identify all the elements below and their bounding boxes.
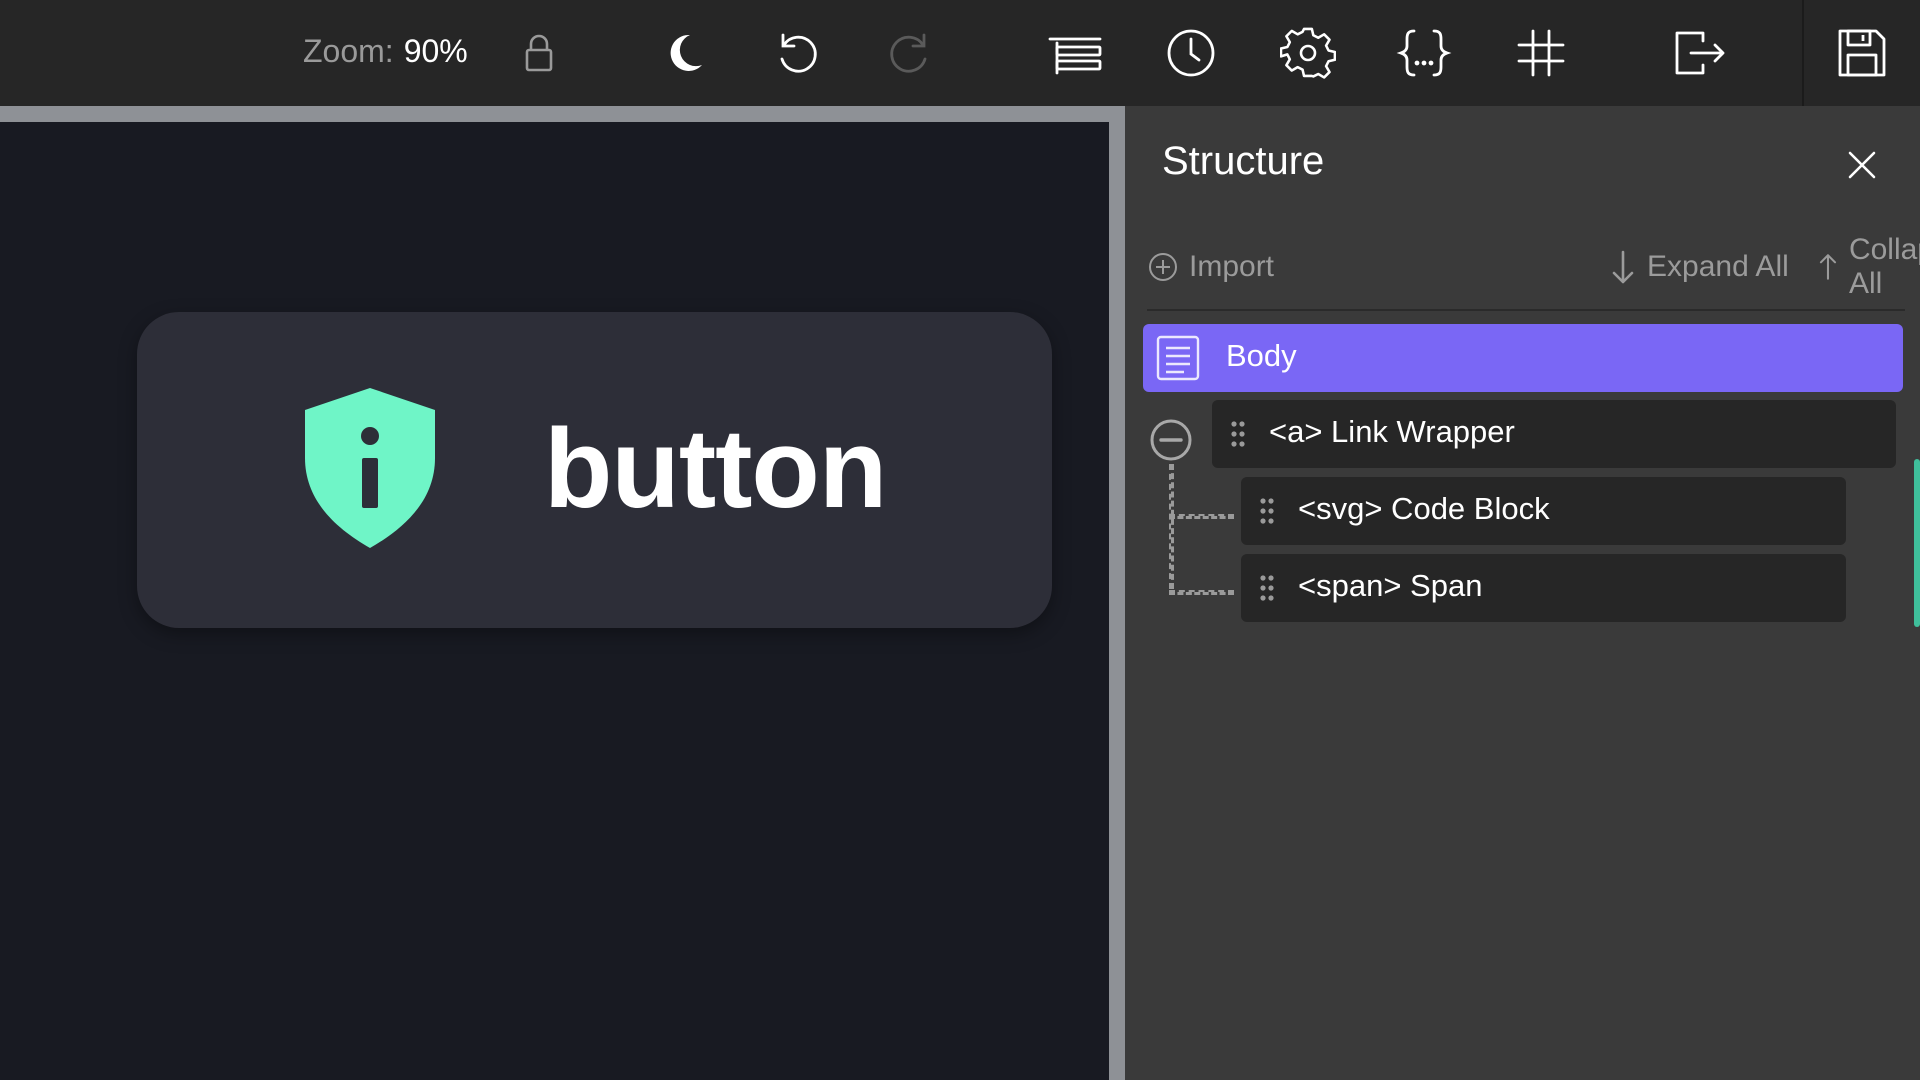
redo-icon[interactable] [884,25,940,81]
collapse-all-button[interactable]: Collapse All [1817,233,1920,300]
zoom-control[interactable]: Zoom: 90% [303,30,468,72]
tree-item-code-block[interactable]: <svg> Code Block [1241,477,1846,545]
tree-item-label: <svg> Code Block [1298,491,1550,526]
tree-connector [1169,464,1174,589]
tree-item-label: Body [1226,338,1297,373]
import-button[interactable]: Import [1147,242,1274,292]
expand-all-label: Expand All [1647,250,1789,283]
zoom-value: 90% [403,32,468,69]
toolbar-divider [1802,0,1804,106]
panel-scrollbar[interactable] [1914,459,1920,627]
preview-button-label: button [544,406,887,531]
document-icon [1156,335,1200,381]
tree-item-body[interactable]: Body [1143,324,1903,392]
navigator-icon[interactable] [1047,25,1103,81]
import-label: Import [1189,250,1275,283]
export-icon[interactable] [1671,25,1727,81]
tree-item-span[interactable]: <span> Span [1241,554,1846,622]
arrow-down-icon [1612,250,1634,284]
undo-icon[interactable] [767,25,823,81]
panel-actions: Import Expand All Collapse All [1147,233,1920,300]
tree-item-label: <a> Link Wrapper [1269,414,1515,449]
tree-connector [1169,590,1234,595]
moon-icon[interactable] [656,25,712,81]
tree-item-link-wrapper[interactable]: <a> Link Wrapper [1212,400,1896,468]
tree-connector [1169,514,1234,519]
settings-icon[interactable] [1280,25,1336,81]
collapse-toggle-icon[interactable] [1148,417,1194,463]
canvas-frame: button [0,106,1125,1080]
history-icon[interactable] [1163,25,1219,81]
structure-panel: Structure Import Expand All Collapse All [1125,106,1920,1080]
code-icon[interactable] [1396,25,1452,81]
drag-handle-icon[interactable] [1259,497,1275,525]
expand-all-button[interactable]: Expand All [1609,242,1789,292]
collapse-all-label: Collapse All [1848,233,1920,300]
shield-info-icon [305,388,435,548]
canvas[interactable]: button [0,122,1109,1080]
arrow-up-icon [1819,254,1837,280]
top-toolbar: Zoom: 90% [0,0,1920,106]
tree-item-label: <span> Span [1298,568,1483,603]
lock-icon[interactable] [511,25,567,81]
close-icon[interactable] [1842,145,1882,185]
plus-circle-icon [1149,253,1177,281]
panel-title: Structure [1162,139,1325,183]
save-icon[interactable] [1834,25,1890,81]
drag-handle-icon[interactable] [1230,420,1246,448]
drag-handle-icon[interactable] [1259,574,1275,602]
grid-icon[interactable] [1513,25,1569,81]
panel-separator [1147,309,1905,311]
preview-button[interactable]: button [137,312,1052,628]
zoom-label: Zoom: [303,32,394,69]
